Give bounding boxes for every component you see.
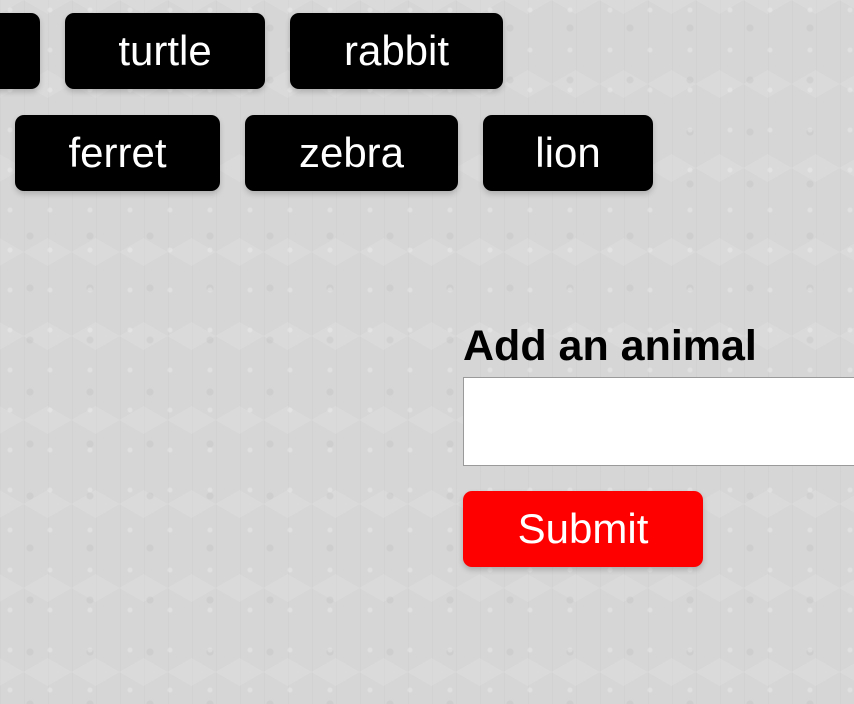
animal-tag-partial[interactable]	[0, 13, 40, 89]
animal-tag-turtle[interactable]: turtle	[65, 13, 265, 89]
animal-tag-rabbit[interactable]: rabbit	[290, 13, 503, 89]
animal-tag-ferret[interactable]: ferret	[15, 115, 220, 191]
animal-name-input[interactable]	[463, 377, 854, 466]
animal-tag-label: ferret	[68, 129, 167, 176]
animal-tag-label: lion	[535, 129, 601, 176]
animal-tag-zebra[interactable]: zebra	[245, 115, 458, 191]
animal-tag-lion[interactable]: lion	[483, 115, 653, 191]
animal-tag-label: turtle	[118, 27, 212, 74]
add-animal-label: Add an animal	[463, 322, 757, 370]
animal-tag-label: rabbit	[343, 27, 450, 74]
submit-button[interactable]: Submit	[463, 491, 703, 567]
animal-tag-label: zebra	[298, 129, 405, 176]
